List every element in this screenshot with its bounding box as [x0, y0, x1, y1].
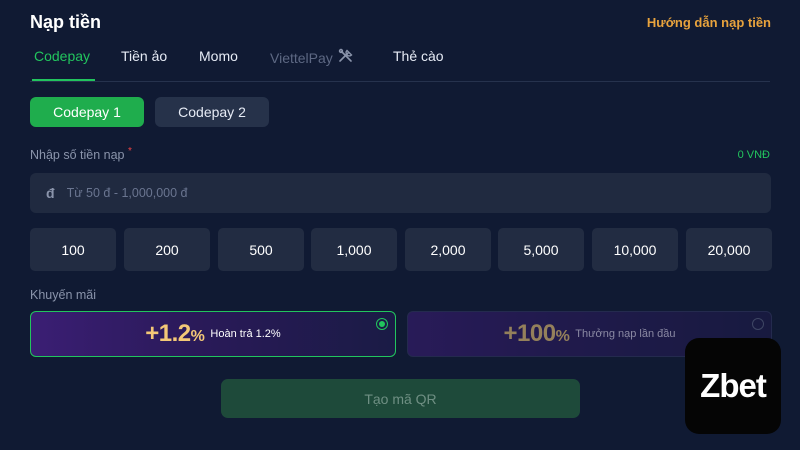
radio-unselected-icon[interactable] [752, 318, 764, 330]
preset-amount-500[interactable]: 500 [218, 228, 304, 271]
amount-field[interactable]: đ [30, 173, 771, 213]
subtab-codepay-2[interactable]: Codepay 2 [155, 97, 269, 127]
promo-option-cashback[interactable]: +1.2% Hoàn trả 1.2% [30, 311, 396, 357]
amount-label-text: Nhập số tiền nạp [30, 148, 125, 162]
preset-amount-20000[interactable]: 20,000 [686, 228, 772, 271]
tab-crypto[interactable]: Tiền ảo [121, 48, 167, 64]
preset-amount-1000[interactable]: 1,000 [311, 228, 397, 271]
zbet-logo: Zbet [685, 338, 781, 434]
tab-momo[interactable]: Momo [199, 48, 238, 64]
tools-icon [338, 48, 354, 67]
amount-balance: 0 VNĐ [737, 149, 770, 161]
promo-text: Thưởng nạp lần đầu [575, 328, 676, 340]
preset-amount-2000[interactable]: 2,000 [405, 228, 491, 271]
subtab-codepay-1[interactable]: Codepay 1 [30, 97, 144, 127]
page-title: Nạp tiền [30, 12, 102, 32]
tab-viettelpay: ViettelPay [270, 48, 354, 67]
radio-selected-icon[interactable] [376, 318, 388, 330]
promo-percent: +100% [503, 320, 570, 347]
promo-text: Hoàn trả 1.2% [210, 328, 281, 340]
preset-amount-5000[interactable]: 5,000 [498, 228, 584, 271]
required-mark: * [128, 146, 132, 157]
amount-input[interactable] [66, 186, 667, 200]
tab-scratch-card[interactable]: Thẻ cào [393, 48, 444, 64]
currency-symbol: đ [46, 185, 55, 201]
logo-text: Zbet [700, 367, 767, 404]
tab-viettelpay-label: ViettelPay [270, 49, 333, 66]
preset-amounts: 100 200 500 1,000 2,000 5,000 10,000 20,… [30, 228, 772, 271]
guide-link[interactable]: Hướng dẫn nạp tiền [647, 15, 771, 30]
preset-amount-100[interactable]: 100 [30, 228, 116, 271]
tab-active-underline [32, 79, 95, 81]
payment-tabs: Codepay Tiền ảo Momo ViettelPay Thẻ cào [30, 46, 770, 82]
promo-percent: +1.2% [145, 320, 205, 347]
create-qr-button[interactable]: Tạo mã QR [221, 379, 580, 418]
preset-amount-10000[interactable]: 10,000 [592, 228, 678, 271]
promo-label: Khuyến mãi [30, 288, 97, 302]
preset-amount-200[interactable]: 200 [124, 228, 210, 271]
amount-label: Nhập số tiền nạp * [30, 146, 132, 162]
tab-codepay[interactable]: Codepay [34, 48, 90, 64]
